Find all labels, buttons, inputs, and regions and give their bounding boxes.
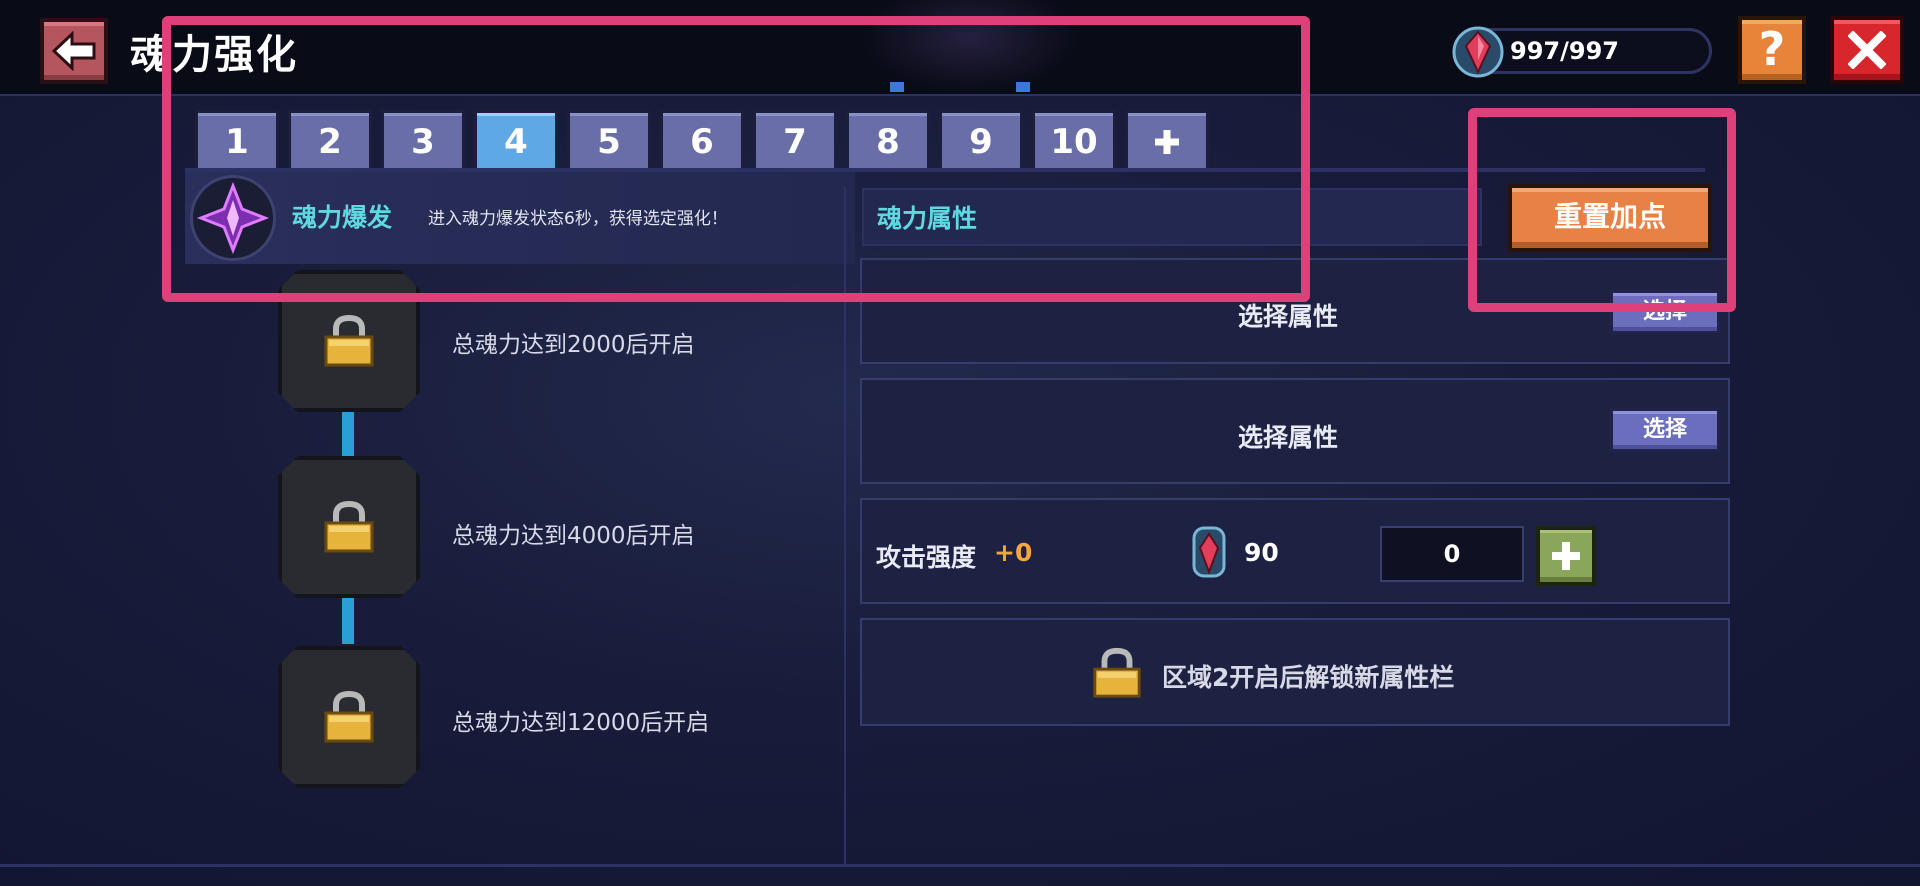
attack-strength-label: 攻击强度 <box>876 543 977 572</box>
soul-currency-value: 997/997 <box>1510 37 1619 65</box>
lock-icon <box>324 314 374 367</box>
points-amount-input[interactable]: 0 <box>1380 526 1524 582</box>
add-point-button[interactable] <box>1536 526 1596 586</box>
soul-gem-icon <box>1452 26 1504 78</box>
close-icon <box>1848 31 1886 69</box>
attack-stat-row <box>860 498 1730 604</box>
arrow-left-icon <box>52 31 96 71</box>
select-attribute-button-2[interactable]: 选择 <box>1610 408 1720 452</box>
close-button[interactable] <box>1830 16 1904 84</box>
locked-slot-message: 区域2开启后解锁新属性栏 <box>1162 663 1455 692</box>
bottom-border <box>0 864 1920 867</box>
lock-icon <box>1093 647 1141 698</box>
locked-node-2[interactable] <box>278 456 420 598</box>
lock-icon <box>324 690 374 743</box>
locked-node-3[interactable] <box>278 646 420 788</box>
highlight-box-tabs <box>162 16 1310 302</box>
soul-gem-icon <box>1192 526 1226 578</box>
back-button[interactable] <box>40 18 108 84</box>
attack-strength-bonus: +0 <box>994 538 1033 567</box>
help-button[interactable]: ? <box>1738 16 1806 84</box>
highlight-box-reset <box>1468 108 1736 312</box>
node-connector <box>342 412 354 456</box>
attribute-slot-2-label: 选择属性 <box>1238 423 1339 452</box>
upgrade-cost: 90 <box>1244 538 1279 567</box>
plus-icon <box>1552 542 1580 570</box>
lock-requirement-2: 总魂力达到4000后开启 <box>452 523 695 549</box>
lock-requirement-3: 总魂力达到12000后开启 <box>452 710 710 736</box>
attribute-slot-1-label: 选择属性 <box>1238 302 1339 331</box>
lock-requirement-1: 总魂力达到2000后开启 <box>452 332 695 358</box>
lock-icon <box>324 500 374 553</box>
node-connector <box>342 598 354 644</box>
